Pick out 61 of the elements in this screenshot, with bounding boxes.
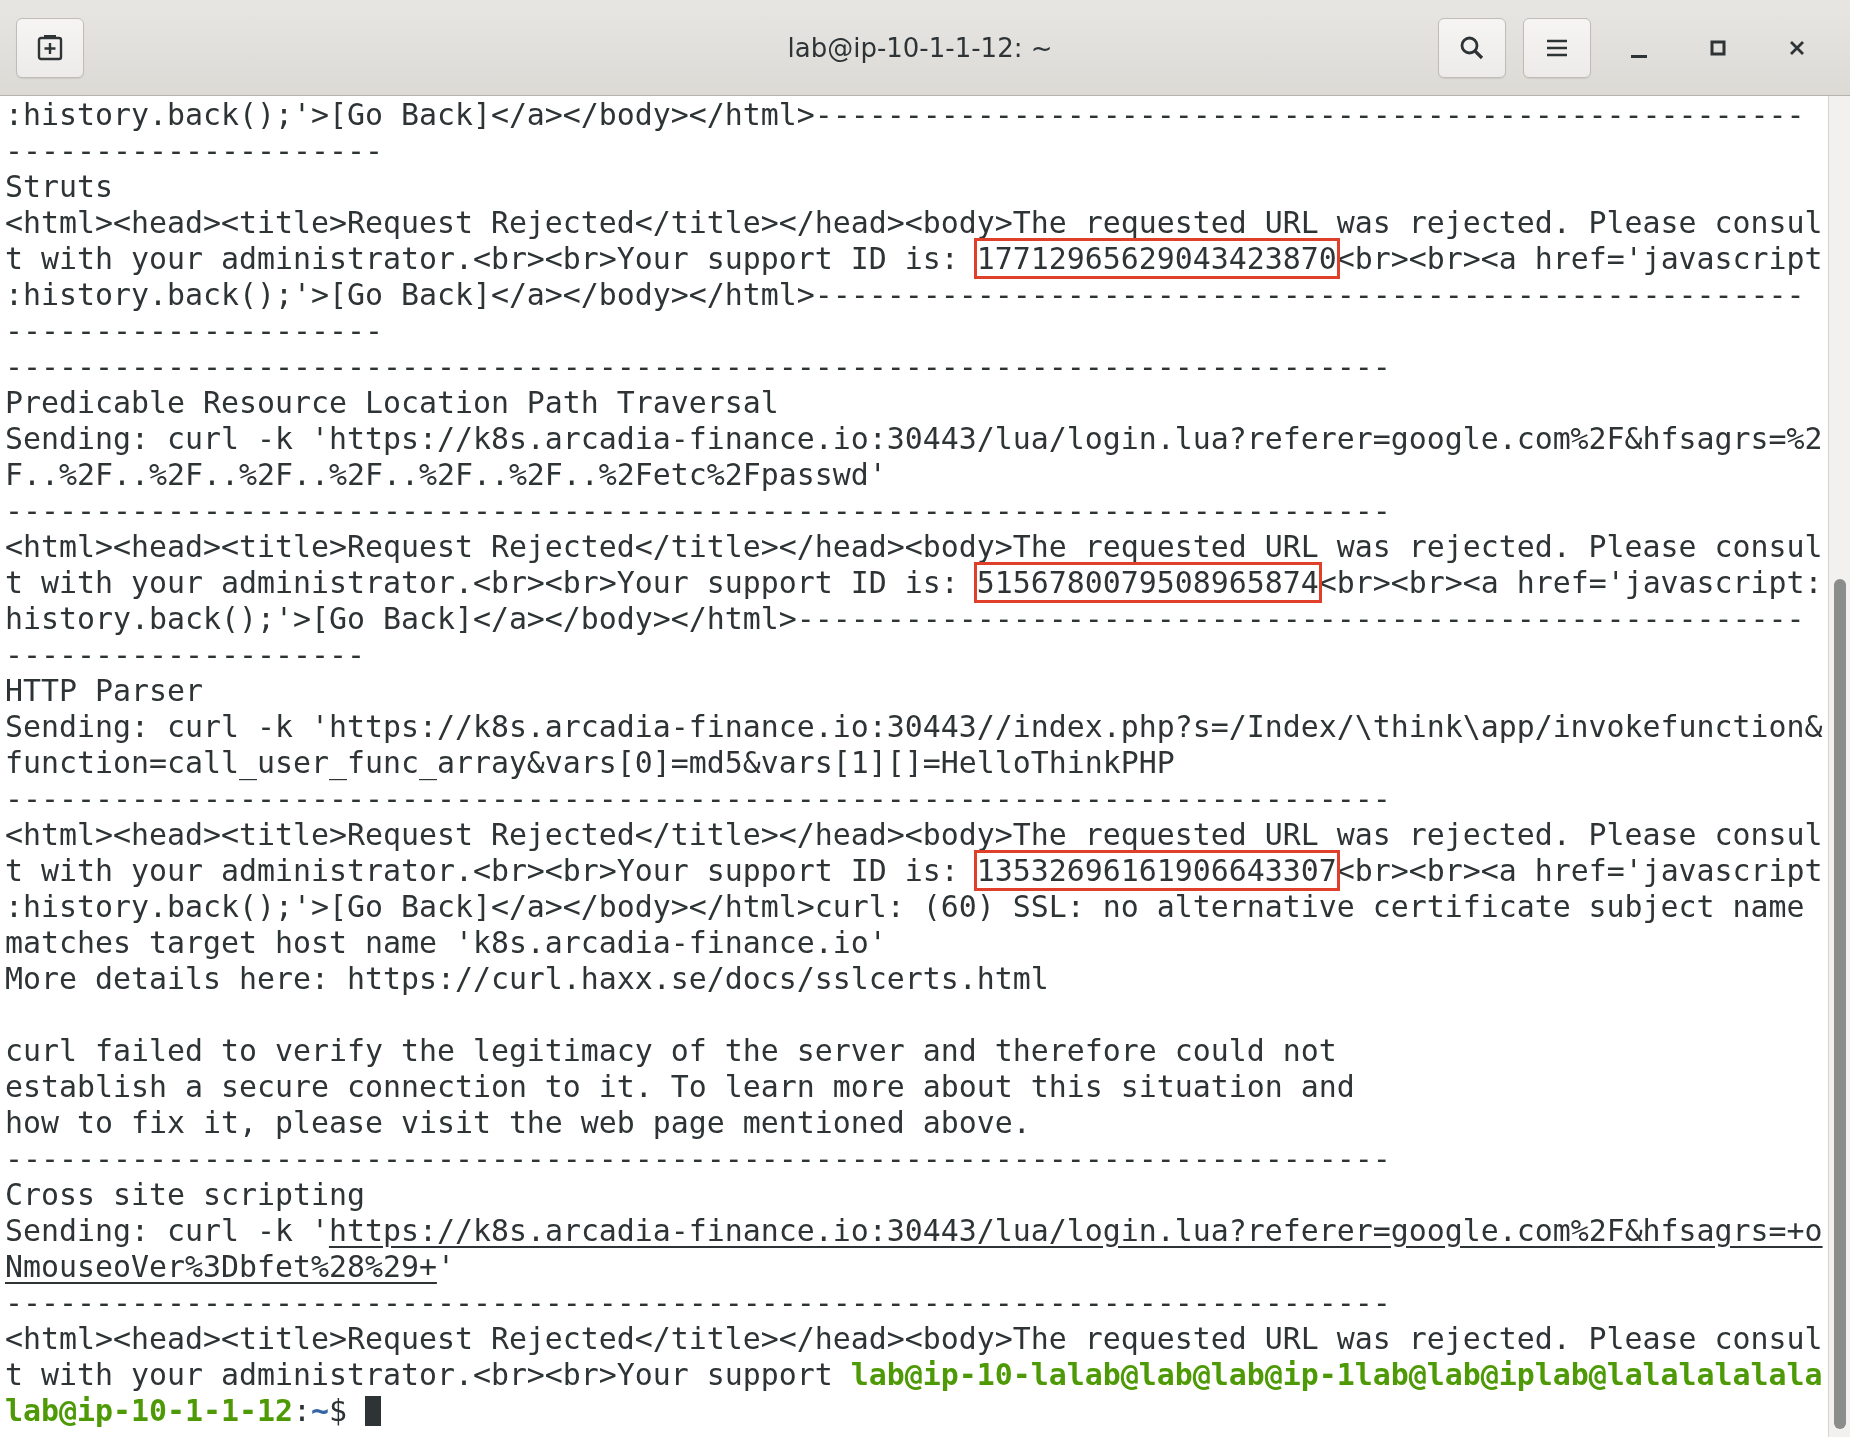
terminal-text: establish a secure connection to it. To learn more about this situation and — [5, 1069, 1355, 1104]
highlighted-id: 5156780079508965874 — [976, 565, 1319, 600]
terminal-text: how to fix it, please visit the web page mentioned above. — [5, 1105, 1031, 1140]
terminal-text: ----------------------------------------------------------------------------- — [5, 493, 1391, 528]
terminal-text: <html><head><title>Request Rejected</title></head><body>The requested URL was rejected. Please consul — [5, 529, 1823, 564]
terminal-text: --------------------- — [5, 313, 383, 348]
terminal-text: Cross site scripting — [5, 1177, 365, 1212]
terminal-text: F..%2F..%2F..%2F..%2F..%2F..%2F..%2Fetc%2Fpasswd' — [5, 457, 887, 492]
maximize-icon — [1709, 38, 1727, 57]
terminal-text: t with your administrator.<br><br>Your support ID is: — [5, 853, 960, 888]
terminal-text: --------------------- — [5, 133, 383, 168]
prompt-path: ~ — [310, 1393, 329, 1428]
terminal-text: Sending: curl -k 'https://k8s.arcadia-finance.io:30443/lua/login.lua?referer=google.com%2F&hfsagrs=%2 — [5, 421, 1823, 456]
terminal-text: Sending: curl -k ' — [5, 1213, 329, 1248]
search-icon — [1459, 34, 1485, 61]
terminal-text: <html><head><title>Request Rejected</title></head><body>The requested URL was rejected. Please consul — [5, 1321, 1823, 1356]
prompt-user: lab@ip-10-1-1-12 — [5, 1393, 293, 1428]
terminal-text: HTTP Parser — [5, 673, 203, 708]
window-title: lab@ip-10-1-1-12: ~ — [786, 32, 1054, 63]
search-button[interactable] — [1438, 17, 1506, 78]
terminal-text: t with your administrator.<br><br>Your support — [5, 1357, 834, 1392]
terminal-text: ----------------------------------------------------------------------------- — [5, 1285, 1391, 1320]
terminal-text: <br><br><a href='javascript — [1336, 241, 1823, 276]
terminal-text: t with your administrator.<br><br>Your support ID is: — [5, 241, 960, 276]
menu-button[interactable] — [1523, 17, 1591, 78]
scrollbar[interactable] — [1828, 96, 1850, 1437]
terminal-text: <html><head><title>Request Rejected</title></head><body>The requested URL was rejected. Please consul — [5, 817, 1823, 852]
prompt-user: lab@ip-10-lalab@lab@lab@ip-1lab@lab@iplab@lalalalalala — [850, 1357, 1823, 1392]
url-link[interactable]: NmouseoVer%3Dbfet%28%29+ — [5, 1249, 437, 1284]
minimize-icon — [1631, 55, 1647, 58]
url-link[interactable]: https://k8s.arcadia-finance.io:30443/lua/login.lua?referer=google.com%2F&hfsagrs=+o — [328, 1213, 1823, 1248]
terminal-text: More details here: https://curl.haxx.se/docs/sslcerts.html — [5, 961, 1049, 996]
close-icon — [1788, 38, 1806, 57]
menu-icon — [1546, 37, 1568, 58]
terminal-text: :history.back();'>[Go Back]</a></body></html>curl: (60) SSL: no alternative certificate subject name — [5, 889, 1805, 924]
terminal-text: :history.back();'>[Go Back]</a></body></html>------------------------------------------------------- — [5, 277, 1805, 312]
terminal-text: Predicable Resource Location Path Traversal — [5, 385, 779, 420]
new-tab-button[interactable] — [16, 17, 84, 78]
cursor — [364, 1396, 381, 1426]
terminal-text: matches target host name 'k8s.arcadia-finance.io' — [5, 925, 887, 960]
terminal-text: ----------------------------------------------------------------------------- — [5, 349, 1391, 384]
terminal-text: :history.back();'>[Go Back]</a></body></html>------------------------------------------------------- — [5, 97, 1805, 132]
new-tab-icon — [37, 34, 63, 61]
highlighted-id: 17712965629043423870 — [976, 241, 1337, 276]
terminal-text: Struts — [5, 169, 113, 204]
terminal-text: : — [292, 1393, 311, 1428]
terminal-text: -------------------- — [5, 637, 365, 672]
terminal-text: Sending: curl -k 'https://k8s.arcadia-finance.io:30443//index.php?s=/Index/\think\app/invokefunction& — [5, 709, 1823, 744]
highlighted-id: 13532696161906643307 — [976, 853, 1337, 888]
terminal-text: curl failed to verify the legitimacy of the server and therefore could not — [5, 1033, 1337, 1068]
terminal-text: ' — [436, 1249, 455, 1284]
terminal-text: ----------------------------------------------------------------------------- — [5, 1141, 1391, 1176]
terminal-text: function=call_user_func_array&vars[0]=md5&vars[1][]=HelloThinkPHP — [5, 745, 1175, 780]
terminal-text: t with your administrator.<br><br>Your support ID is: — [5, 565, 960, 600]
terminal-text: <br><br><a href='javascript — [1336, 853, 1823, 888]
scrollbar-thumb[interactable] — [1834, 579, 1846, 1429]
terminal-text: history.back();'>[Go Back]</a></body></html>-------------------------------------------------------- — [5, 601, 1805, 636]
terminal-text: ----------------------------------------------------------------------------- — [5, 781, 1391, 816]
terminal-text: <br><br><a href='javascript: — [1318, 565, 1823, 600]
terminal-text: <html><head><title>Request Rejected</title></head><body>The requested URL was rejected. Please consul — [5, 205, 1823, 240]
terminal-text: $ — [328, 1393, 348, 1428]
